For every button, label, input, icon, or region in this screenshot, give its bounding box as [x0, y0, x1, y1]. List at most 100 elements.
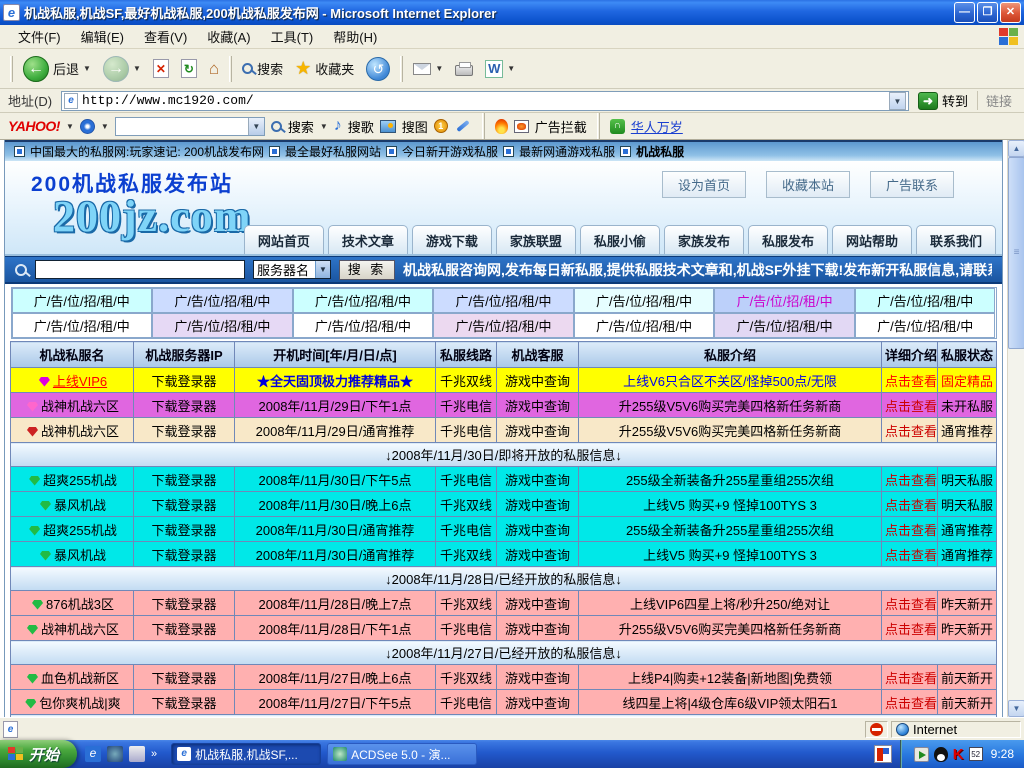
- edit-word-button[interactable]: W ▼: [479, 57, 521, 81]
- ad-slot-link[interactable]: 广/告/位/招/租/中: [855, 288, 996, 313]
- nav-tab[interactable]: 网站首页: [244, 225, 324, 254]
- ad-slot-link[interactable]: 广/告/位/招/租/中: [12, 313, 153, 338]
- ad-slot-link[interactable]: 广/告/位/招/租/中: [293, 313, 434, 338]
- ad-slot-link[interactable]: 广/告/位/招/租/中: [152, 313, 293, 338]
- scroll-down-icon[interactable]: ▼: [1008, 700, 1024, 717]
- page-scrollbar[interactable]: ▲ ▼: [1007, 140, 1024, 717]
- ad-slot-link[interactable]: 广/告/位/招/租/中: [855, 313, 996, 338]
- scrollbar-thumb[interactable]: [1008, 157, 1024, 349]
- print-button[interactable]: [449, 58, 479, 79]
- start-button[interactable]: 开始: [0, 740, 77, 768]
- menu-item[interactable]: 文件(F): [8, 24, 71, 49]
- quicklaunch-desktop-icon[interactable]: [129, 746, 145, 762]
- ad-slot-link[interactable]: 广/告/位/招/租/中: [714, 313, 855, 338]
- server-name-link[interactable]: 超爽255机战: [43, 473, 117, 488]
- menu-item[interactable]: 收藏(A): [197, 24, 260, 49]
- yahoo-search-label[interactable]: 搜索: [288, 117, 314, 136]
- tray-utility-icon[interactable]: 52: [969, 747, 983, 761]
- popular-fire-icon[interactable]: [495, 119, 508, 134]
- close-button[interactable]: ✕: [1000, 2, 1021, 23]
- tray-qq-icon[interactable]: [934, 747, 948, 762]
- address-input[interactable]: e http://www.mc1920.com/ ▼: [61, 91, 909, 111]
- search-button[interactable]: 搜索: [236, 56, 289, 81]
- favorites-button[interactable]: ★ 收藏夹: [289, 55, 360, 82]
- site-logo[interactable]: 200jz.com: [53, 191, 251, 242]
- image-search-label[interactable]: 搜图: [402, 117, 428, 136]
- nav-tab[interactable]: 联系我们: [916, 225, 996, 254]
- history-button[interactable]: ↺: [360, 54, 396, 84]
- detail-view-link[interactable]: 点击查看: [882, 665, 938, 690]
- login-download-link[interactable]: 下载登录器: [134, 542, 235, 567]
- ad-slot-link[interactable]: 广/告/位/招/租/中: [574, 313, 715, 338]
- nav-tab[interactable]: 私服小偷: [580, 225, 660, 254]
- menu-item[interactable]: 工具(T): [261, 24, 324, 49]
- server-name-link[interactable]: 血色机战新区: [41, 671, 119, 686]
- detail-view-link[interactable]: 点击查看: [882, 368, 938, 393]
- quicklaunch-app-icon[interactable]: [107, 746, 123, 762]
- notice-link[interactable]: 机战私服: [636, 143, 684, 160]
- login-download-link[interactable]: 下载登录器: [134, 591, 235, 616]
- detail-view-link[interactable]: 点击查看: [882, 616, 938, 641]
- forward-dropdown-icon[interactable]: ▼: [133, 64, 141, 73]
- song-search-label[interactable]: 搜歌: [348, 117, 374, 136]
- ad-slot-link[interactable]: 广/告/位/招/租/中: [293, 288, 434, 313]
- taskbar-task-button[interactable]: ACDSee 5.0 - 演...: [327, 743, 477, 765]
- server-name-link[interactable]: 包你爽机战|爽: [39, 696, 120, 711]
- server-name-link[interactable]: 上线VIP6: [53, 374, 107, 389]
- notice-link[interactable]: 中国最大的私服网:玩家速记: 200机战发布网: [30, 143, 264, 160]
- nav-tab[interactable]: 技术文章: [328, 225, 408, 254]
- address-url[interactable]: http://www.mc1920.com/: [82, 93, 885, 108]
- quick-link[interactable]: 设为首页: [662, 171, 746, 198]
- mail-dropdown-icon[interactable]: ▼: [435, 64, 443, 73]
- yahoo-dropdown-icon[interactable]: ▼: [66, 122, 74, 131]
- login-download-link[interactable]: 下载登录器: [134, 418, 235, 443]
- login-download-link[interactable]: 下载登录器: [134, 616, 235, 641]
- nav-tab[interactable]: 网站帮助: [832, 225, 912, 254]
- detail-view-link[interactable]: 点击查看: [882, 467, 938, 492]
- notice-link[interactable]: 最新网通游戏私服: [519, 143, 615, 160]
- ad-slot-link[interactable]: 广/告/位/招/租/中: [714, 288, 855, 313]
- mail-button[interactable]: ▼: [407, 60, 449, 78]
- server-name-link[interactable]: 876机战3区: [46, 597, 114, 612]
- ad-slot-link[interactable]: 广/告/位/招/租/中: [152, 288, 293, 313]
- adblock-label[interactable]: 广告拦截: [535, 117, 587, 136]
- nav-tab[interactable]: 私服发布: [748, 225, 828, 254]
- yahoo-logo[interactable]: YAHOO!: [8, 118, 60, 134]
- server-name-link[interactable]: 战神机战六区: [41, 622, 119, 637]
- login-download-link[interactable]: 下载登录器: [134, 467, 235, 492]
- home-button[interactable]: ⌂: [203, 57, 225, 81]
- refresh-button[interactable]: ↻: [175, 56, 203, 81]
- stamp-icon[interactable]: 1: [434, 119, 448, 133]
- login-download-link[interactable]: 下载登录器: [134, 393, 235, 418]
- forward-button[interactable]: → ▼: [97, 53, 147, 85]
- ad-slot-link[interactable]: 广/告/位/招/租/中: [12, 288, 153, 313]
- detail-view-link[interactable]: 点击查看: [882, 690, 938, 715]
- quicklaunch-chevron-icon[interactable]: »: [151, 748, 157, 760]
- tray-player-icon[interactable]: [914, 747, 929, 762]
- yahoo-settings-icon[interactable]: [80, 119, 95, 134]
- server-name-link[interactable]: 战神机战六区: [41, 424, 119, 439]
- go-button[interactable]: ➜ 转到: [914, 91, 972, 110]
- login-download-link[interactable]: 下载登录器: [134, 665, 235, 690]
- notice-link[interactable]: 今日新开游戏私服: [402, 143, 498, 160]
- login-download-link[interactable]: 下载登录器: [134, 517, 235, 542]
- quick-link[interactable]: 收藏本站: [766, 171, 850, 198]
- login-download-link[interactable]: 下载登录器: [134, 492, 235, 517]
- yahoo-search-input[interactable]: ▼: [115, 117, 265, 136]
- chinese-link[interactable]: 华人万岁: [631, 117, 683, 136]
- detail-view-link[interactable]: 点击查看: [882, 418, 938, 443]
- back-dropdown-icon[interactable]: ▼: [83, 64, 91, 73]
- detail-view-link[interactable]: 点击查看: [882, 393, 938, 418]
- restore-button[interactable]: ❐: [977, 2, 998, 23]
- menu-item[interactable]: 编辑(E): [71, 24, 134, 49]
- server-name-link[interactable]: 超爽255机战: [43, 523, 117, 538]
- toolbar-grip[interactable]: [10, 56, 13, 82]
- detail-view-link[interactable]: 点击查看: [882, 517, 938, 542]
- ad-slot-link[interactable]: 广/告/位/招/租/中: [433, 288, 574, 313]
- ime-language-icon[interactable]: [874, 745, 892, 763]
- yahoo-search-dropdown-icon[interactable]: ▼: [320, 122, 328, 131]
- quicklaunch-ie-icon[interactable]: e: [85, 746, 101, 762]
- login-download-link[interactable]: 下载登录器: [134, 368, 235, 393]
- menu-item[interactable]: 查看(V): [134, 24, 197, 49]
- nav-tab[interactable]: 游戏下载: [412, 225, 492, 254]
